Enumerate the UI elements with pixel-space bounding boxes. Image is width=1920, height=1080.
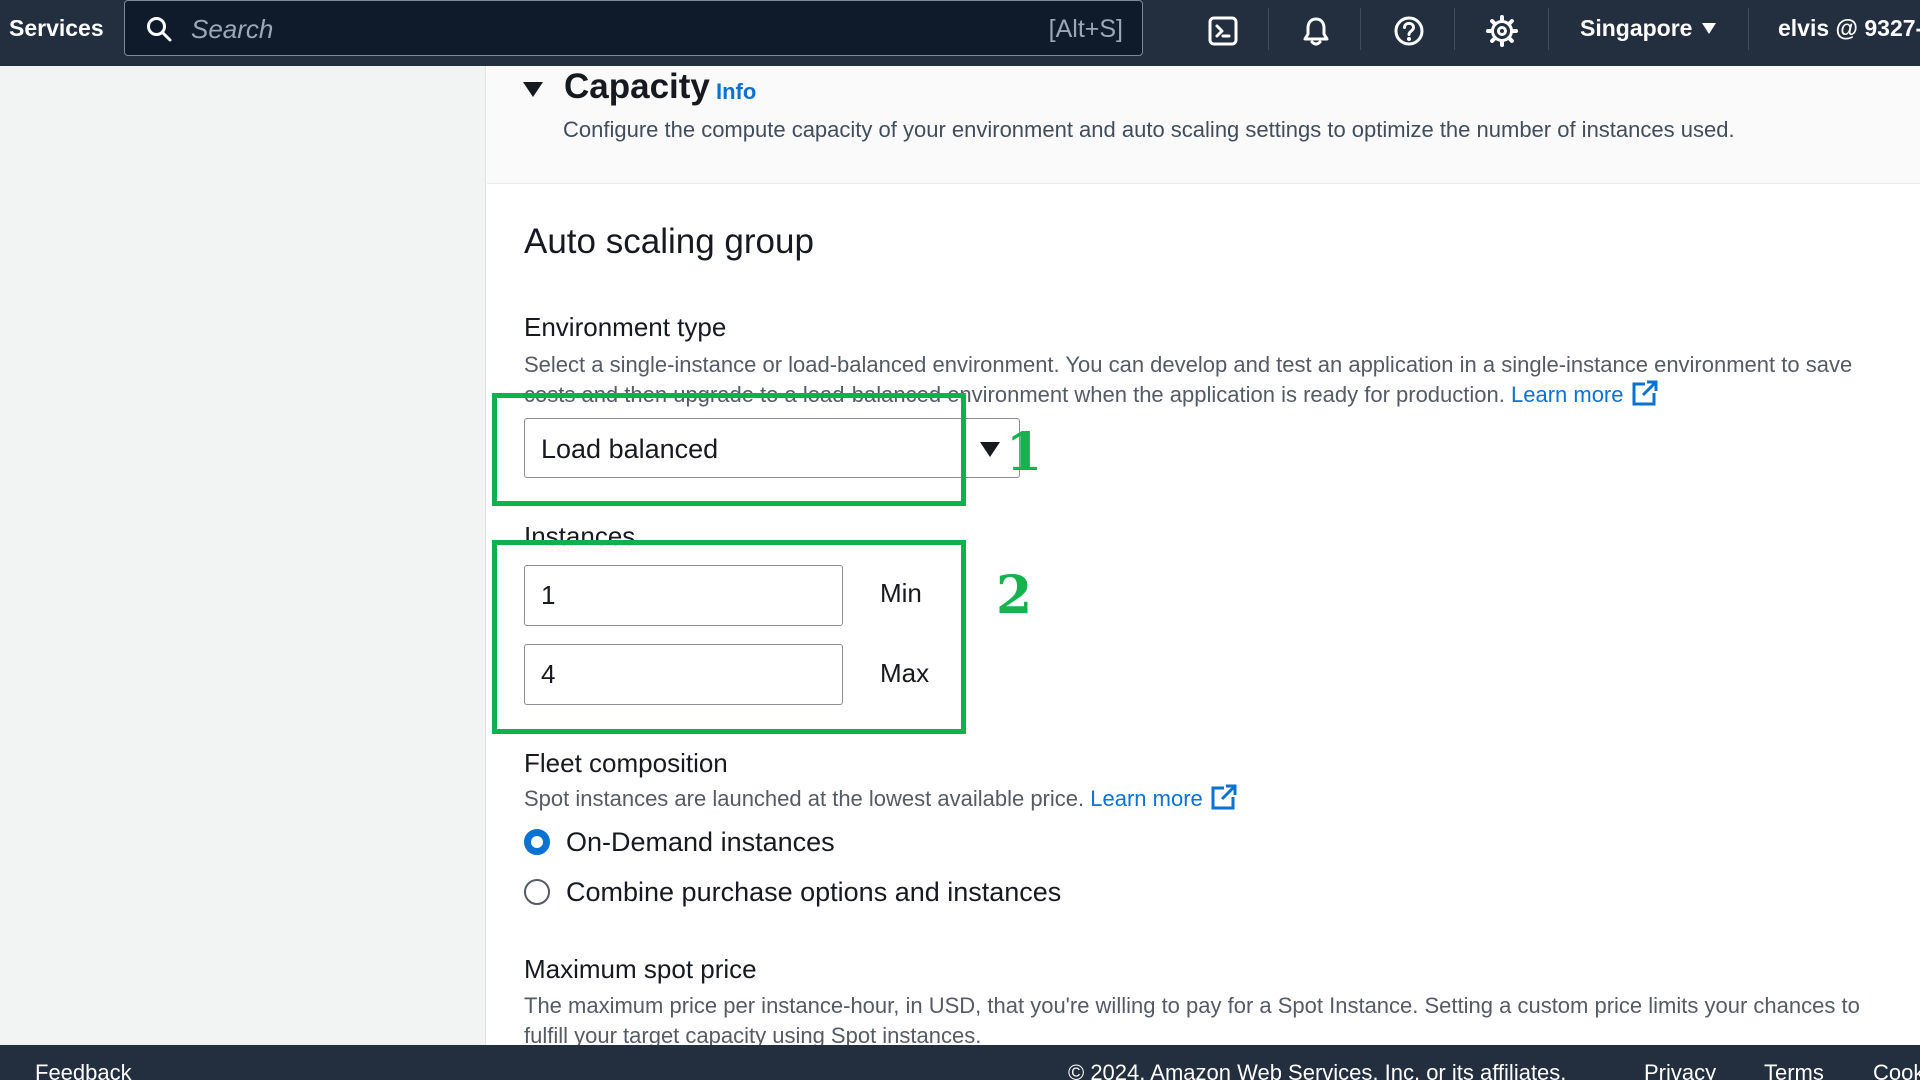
annotation-marker-2: 2 — [996, 565, 1033, 626]
fleet-composition-description: Spot instances are launched at the lowes… — [524, 784, 1904, 814]
region-selector[interactable]: Singapore — [1580, 14, 1717, 42]
nav-separator — [1748, 8, 1749, 50]
fleet-composition-description-text: Spot instances are launched at the lowes… — [524, 786, 1085, 811]
info-link[interactable]: Info — [716, 79, 756, 105]
combine-purchase-radio-option[interactable]: Combine purchase options and instances — [524, 876, 1061, 908]
annotation-box-1 — [492, 393, 966, 506]
search-shortcut-hint: [Alt+S] — [1048, 15, 1123, 43]
maximum-spot-price-label: Maximum spot price — [524, 954, 757, 984]
annotation-box-2 — [492, 540, 966, 734]
annotation-marker-1: 1 — [1006, 422, 1043, 483]
terms-link[interactable]: Terms — [1764, 1059, 1824, 1080]
capacity-title[interactable]: Capacity — [564, 66, 710, 108]
nav-separator — [1548, 8, 1549, 50]
combine-purchase-label: Combine purchase options and instances — [566, 877, 1062, 907]
nav-separator — [1360, 8, 1361, 50]
caret-down-icon — [1702, 22, 1717, 34]
learn-more-link[interactable]: Learn more — [1090, 784, 1237, 811]
learn-more-label: Learn more — [1510, 382, 1624, 407]
services-menu[interactable]: Services — [9, 14, 104, 42]
search-placeholder: Search — [191, 14, 274, 44]
collapse-caret-icon[interactable] — [523, 82, 543, 97]
side-navigation-panel — [0, 66, 486, 1045]
external-link-icon — [1211, 784, 1237, 810]
nav-separator — [1268, 8, 1269, 50]
search-bar[interactable]: Search [Alt+S] — [124, 0, 1143, 56]
search-icon — [147, 17, 172, 42]
caret-down-icon — [980, 442, 1000, 457]
radio-checked[interactable] — [524, 829, 550, 855]
external-link-icon — [1632, 380, 1658, 406]
gear-icon[interactable] — [1481, 10, 1523, 52]
privacy-link[interactable]: Privacy — [1644, 1059, 1716, 1080]
bell-icon[interactable] — [1295, 10, 1337, 52]
feedback-link[interactable]: Feedback — [35, 1059, 132, 1080]
on-demand-label: On-Demand instances — [566, 827, 835, 857]
maximum-spot-price-description: The maximum price per instance-hour, in … — [524, 993, 1860, 1048]
radio-unchecked[interactable] — [524, 879, 550, 905]
top-navigation-bar: Services Search [Alt+S] Singapore elvis … — [0, 0, 1920, 66]
nav-separator — [1454, 8, 1455, 50]
learn-more-label: Learn more — [1090, 786, 1203, 811]
footer-bar: Feedback © 2024, Amazon Web Services, In… — [0, 1045, 1920, 1080]
on-demand-radio-option[interactable]: On-Demand instances — [524, 826, 835, 858]
environment-type-label: Environment type — [524, 312, 727, 342]
cookie-preferences-link[interactable]: Cookie preferences — [1873, 1059, 1920, 1080]
cloudshell-icon[interactable] — [1202, 10, 1244, 52]
learn-more-link[interactable]: Learn more — [1510, 380, 1658, 407]
capacity-section-header: Capacity Info Configure the compute capa… — [487, 66, 1920, 184]
auto-scaling-group-title: Auto scaling group — [524, 222, 814, 261]
fleet-composition-label: Fleet composition — [524, 748, 728, 778]
copyright-text: © 2024, Amazon Web Services, Inc. or its… — [1068, 1060, 1567, 1080]
capacity-description: Configure the compute capacity of your e… — [563, 117, 1735, 142]
account-menu[interactable]: elvis @ 9327- — [1778, 14, 1920, 42]
help-icon[interactable] — [1388, 10, 1430, 52]
region-label: Singapore — [1580, 15, 1693, 41]
